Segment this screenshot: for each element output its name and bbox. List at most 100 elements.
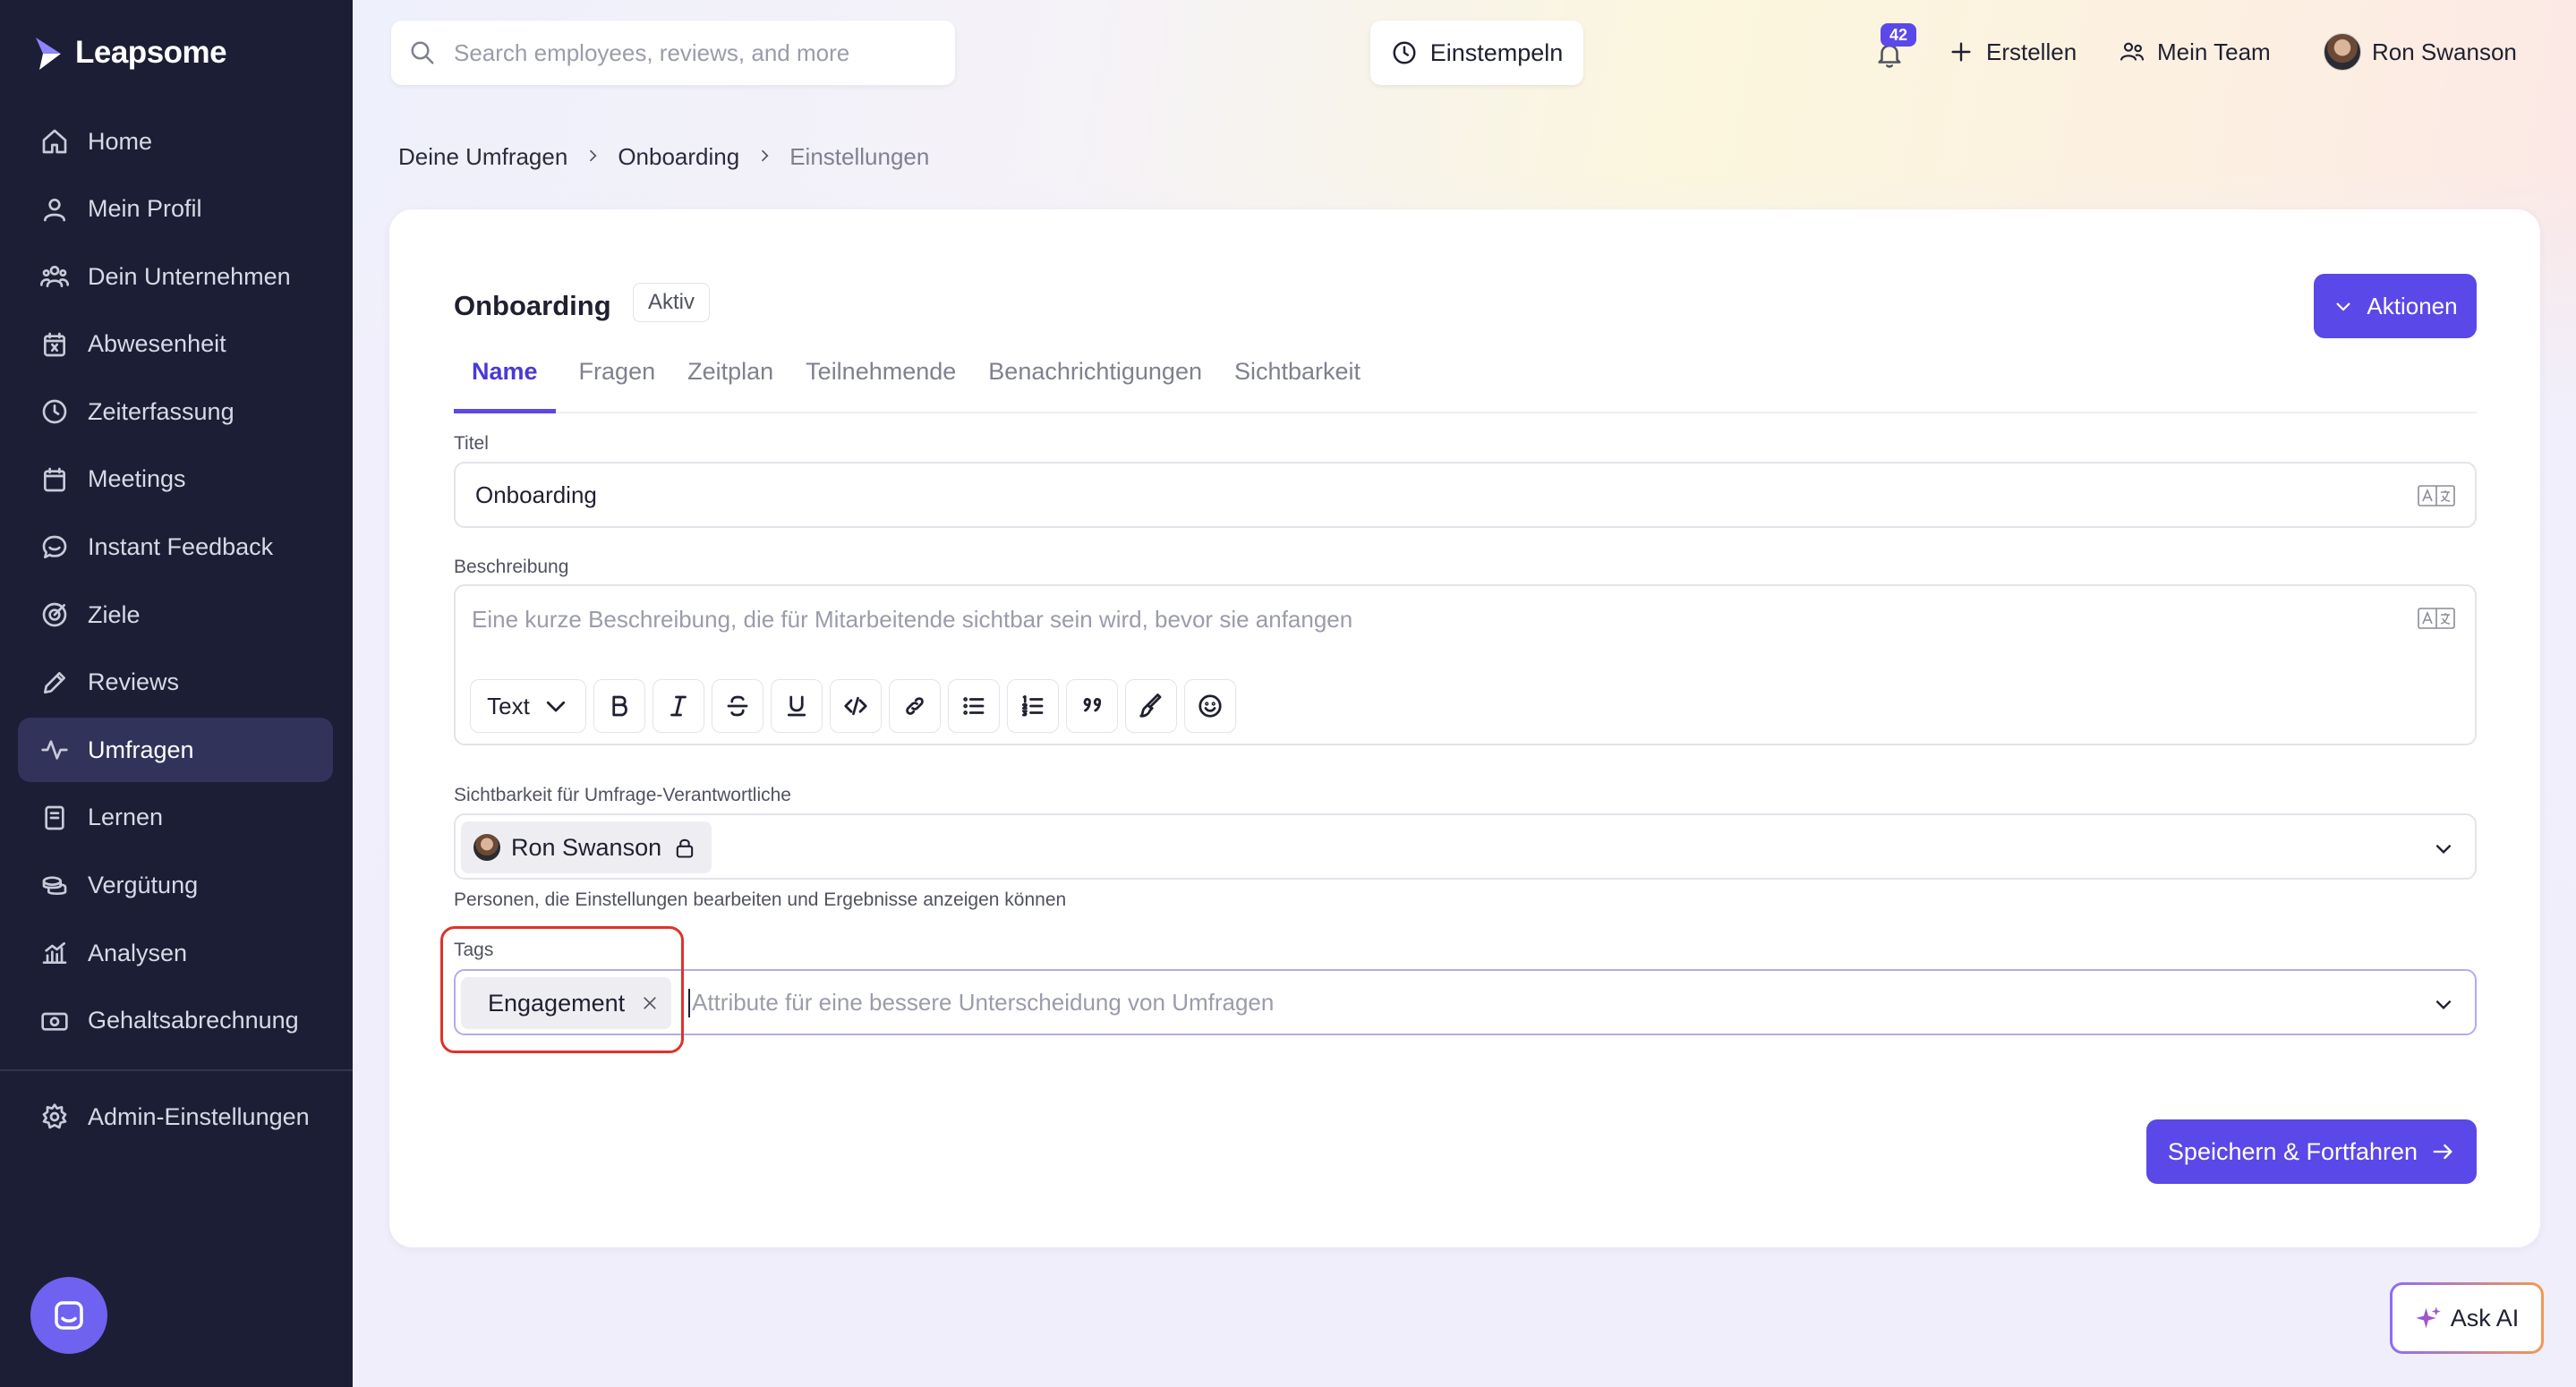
sidebar-item-meetings[interactable]: Meetings — [18, 447, 333, 512]
highlight-button[interactable] — [1125, 679, 1177, 733]
emoji-button[interactable] — [1184, 679, 1236, 733]
sidebar-item-instant-feedback[interactable]: Instant Feedback — [18, 515, 333, 580]
breadcrumb-item[interactable]: Onboarding — [618, 143, 739, 171]
breadcrumb: Deine Umfragen Onboarding Einstellungen — [398, 143, 929, 171]
home-icon — [39, 126, 70, 157]
sidebar-item-mein-profil[interactable]: Mein Profil — [18, 177, 333, 242]
settings-tabs: Name Fragen Zeitplan Teilnehmende Benach… — [454, 358, 2477, 413]
coins-icon — [39, 871, 70, 901]
visibility-select[interactable]: Ron Swanson — [454, 813, 2477, 880]
italic-button[interactable] — [653, 679, 704, 733]
actions-button[interactable]: Aktionen — [2314, 274, 2477, 338]
actions-label: Aktionen — [2367, 292, 2458, 319]
visibility-label: Sichtbarkeit für Umfrage-Verantwortliche — [454, 785, 791, 805]
title-label: Titel — [454, 433, 489, 454]
money-icon — [39, 1006, 70, 1036]
link-button[interactable] — [889, 679, 941, 733]
bold-button[interactable] — [593, 679, 645, 733]
code-button[interactable] — [830, 679, 882, 733]
description-editor: Eine kurze Beschreibung, die für Mitarbe… — [454, 584, 2477, 745]
translate-icon[interactable] — [2418, 483, 2455, 508]
tab-benachrichtigungen[interactable]: Benachrichtigungen — [988, 358, 1202, 413]
search-icon — [411, 41, 434, 64]
title-field — [454, 462, 2477, 528]
tab-teilnehmende[interactable]: Teilnehmende — [806, 358, 956, 413]
sidebar-item-analysen[interactable]: Analysen — [18, 921, 333, 985]
tab-fragen[interactable]: Fragen — [579, 358, 656, 413]
sidebar-item-label: Vergütung — [88, 872, 199, 899]
clock-in-button[interactable]: Einstempeln — [1370, 21, 1583, 85]
user-menu[interactable]: Ron Swanson — [2324, 32, 2517, 72]
underline-button[interactable] — [771, 679, 823, 733]
plus-icon — [1951, 42, 1971, 62]
sidebar-item-admin-einstellungen[interactable]: Admin-Einstellungen — [18, 1085, 333, 1149]
my-team-button[interactable]: Mein Team — [2118, 32, 2271, 72]
chevron-down-icon — [2336, 302, 2351, 311]
owner-name: Ron Swanson — [511, 833, 662, 861]
ask-ai-button[interactable]: Ask AI — [2390, 1282, 2544, 1354]
sidebar-item-gehaltsabrechnung[interactable]: Gehaltsabrechnung — [18, 989, 333, 1053]
sidebar-item-ziele[interactable]: Ziele — [18, 583, 333, 647]
tab-sichtbarkeit[interactable]: Sichtbarkeit — [1234, 358, 1361, 413]
clock-icon — [1393, 41, 1416, 64]
sidebar-item-verguetung[interactable]: Vergütung — [18, 854, 333, 918]
tags-select[interactable]: Engagement — [454, 969, 2477, 1035]
chart-icon — [39, 938, 70, 968]
team-icon — [2120, 42, 2145, 61]
support-chat-button[interactable] — [30, 1277, 107, 1354]
search-input[interactable] — [454, 38, 919, 67]
text-style-select[interactable]: Text — [470, 679, 586, 733]
sidebar-item-umfragen[interactable]: Umfragen — [18, 718, 333, 783]
arrow-right-icon — [2433, 1144, 2453, 1160]
numbered-list-button[interactable] — [1007, 679, 1059, 733]
sidebar-item-label: Home — [88, 127, 153, 155]
bullet-list-button[interactable] — [948, 679, 1000, 733]
link-icon — [906, 697, 924, 715]
survey-settings-card: Onboarding Aktiv Aktionen Name Fragen Ze… — [389, 209, 2540, 1247]
title-input[interactable] — [475, 481, 2355, 509]
quote-button[interactable] — [1066, 679, 1118, 733]
description-input[interactable]: Eine kurze Beschreibung, die für Mitarbe… — [472, 606, 1352, 634]
chevron-right-icon — [584, 143, 601, 171]
pencil-icon — [39, 668, 70, 698]
save-continue-button[interactable]: Speichern & Fortfahren — [2146, 1119, 2477, 1184]
bold-icon — [612, 695, 627, 717]
sidebar-admin: Admin-Einstellungen — [18, 1085, 333, 1153]
description-label: Beschreibung — [454, 557, 569, 577]
strikethrough-icon — [727, 695, 748, 717]
create-button[interactable]: Erstellen — [1947, 32, 2077, 72]
sidebar-item-label: Zeiterfassung — [88, 397, 235, 425]
tab-zeitplan[interactable]: Zeitplan — [687, 358, 773, 413]
sidebar-item-label: Dein Unternehmen — [88, 262, 291, 290]
bullet-list-icon — [963, 697, 985, 715]
sidebar-item-lernen[interactable]: Lernen — [18, 786, 333, 850]
visibility-helper-text: Personen, die Einstellungen bearbeiten u… — [454, 889, 1067, 910]
translate-icon[interactable] — [2418, 606, 2455, 631]
leapsome-logo[interactable]: Leapsome — [34, 34, 227, 72]
sidebar-item-reviews[interactable]: Reviews — [18, 651, 333, 715]
text-style-label: Text — [487, 692, 530, 719]
sidebar-item-home[interactable]: Home — [18, 109, 333, 174]
tab-name[interactable]: Name — [454, 358, 556, 413]
my-team-label: Mein Team — [2157, 38, 2271, 65]
sidebar: Leapsome Home Mein Profil Dein Unternehm… — [0, 0, 353, 1387]
sidebar-item-zeiterfassung[interactable]: Zeiterfassung — [18, 379, 333, 444]
sidebar-item-label: Reviews — [88, 668, 180, 696]
sidebar-item-label: Abwesenheit — [88, 330, 226, 358]
sidebar-item-dein-unternehmen[interactable]: Dein Unternehmen — [18, 244, 333, 309]
app-name: Leapsome — [75, 35, 227, 70]
chevron-down-icon — [2435, 1000, 2452, 1010]
sidebar-item-label: Ziele — [88, 600, 141, 628]
page-title: Onboarding — [454, 290, 611, 321]
tags-input[interactable] — [692, 989, 2393, 1017]
underline-icon — [787, 695, 806, 717]
clock-icon — [39, 396, 70, 427]
gear-icon — [39, 1102, 70, 1132]
breadcrumb-item[interactable]: Deine Umfragen — [398, 143, 567, 171]
global-search[interactable] — [391, 21, 955, 85]
sidebar-item-abwesenheit[interactable]: Abwesenheit — [18, 312, 333, 377]
sidebar-item-label: Analysen — [88, 939, 188, 966]
strikethrough-button[interactable] — [712, 679, 763, 733]
user-icon — [39, 194, 70, 225]
sidebar-item-label: Umfragen — [88, 736, 194, 763]
